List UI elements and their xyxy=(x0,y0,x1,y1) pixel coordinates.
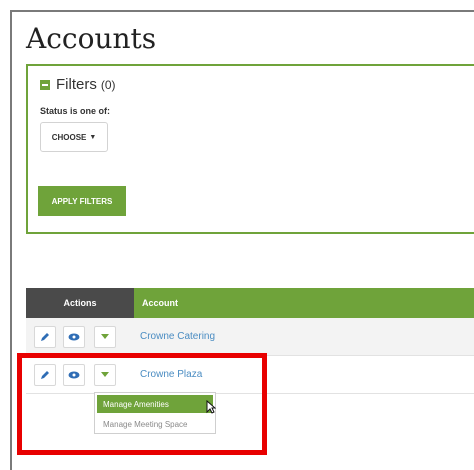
actions-column-header: Actions xyxy=(26,288,134,318)
table-row: Crowne Plaza xyxy=(26,356,474,394)
table-row: Crowne Catering xyxy=(26,318,474,356)
view-button[interactable] xyxy=(63,364,85,386)
cursor-icon xyxy=(206,400,216,414)
filters-panel: Filters (0) Status is one of: CHOOSE ▼ A… xyxy=(26,64,474,234)
filters-header[interactable]: Filters (0) xyxy=(40,76,116,93)
menu-item-manage-meeting-space[interactable]: Manage Meeting Space xyxy=(97,415,213,433)
filters-title: Filters xyxy=(56,76,97,93)
menu-item-manage-amenities[interactable]: Manage Amenities xyxy=(97,395,213,413)
more-actions-button[interactable] xyxy=(94,326,116,348)
eye-icon xyxy=(68,333,80,341)
page-title: Accounts xyxy=(26,22,157,55)
pencil-icon xyxy=(41,333,49,341)
edit-button[interactable] xyxy=(34,364,56,386)
chevron-down-icon xyxy=(101,334,109,339)
pencil-icon xyxy=(41,371,49,379)
row-actions-dropdown: Manage Amenities Manage Meeting Space xyxy=(94,392,216,434)
account-link[interactable]: Crowne Plaza xyxy=(140,369,202,380)
table-header: Actions Account xyxy=(26,288,474,318)
minus-icon[interactable] xyxy=(40,79,50,90)
choose-status-dropdown[interactable]: CHOOSE ▼ xyxy=(40,122,108,152)
chevron-down-icon xyxy=(101,372,109,377)
status-filter-label: Status is one of: xyxy=(40,106,111,116)
view-button[interactable] xyxy=(63,326,85,348)
account-link[interactable]: Crowne Catering xyxy=(140,331,215,342)
caret-down-icon: ▼ xyxy=(89,133,97,141)
eye-icon xyxy=(68,371,80,379)
apply-filters-button[interactable]: APPLY FILTERS xyxy=(38,186,126,216)
edit-button[interactable] xyxy=(34,326,56,348)
choose-label: CHOOSE xyxy=(51,132,87,142)
more-actions-button[interactable] xyxy=(94,364,116,386)
account-column-header[interactable]: Account xyxy=(134,288,474,318)
filters-count: (0) xyxy=(100,77,116,92)
